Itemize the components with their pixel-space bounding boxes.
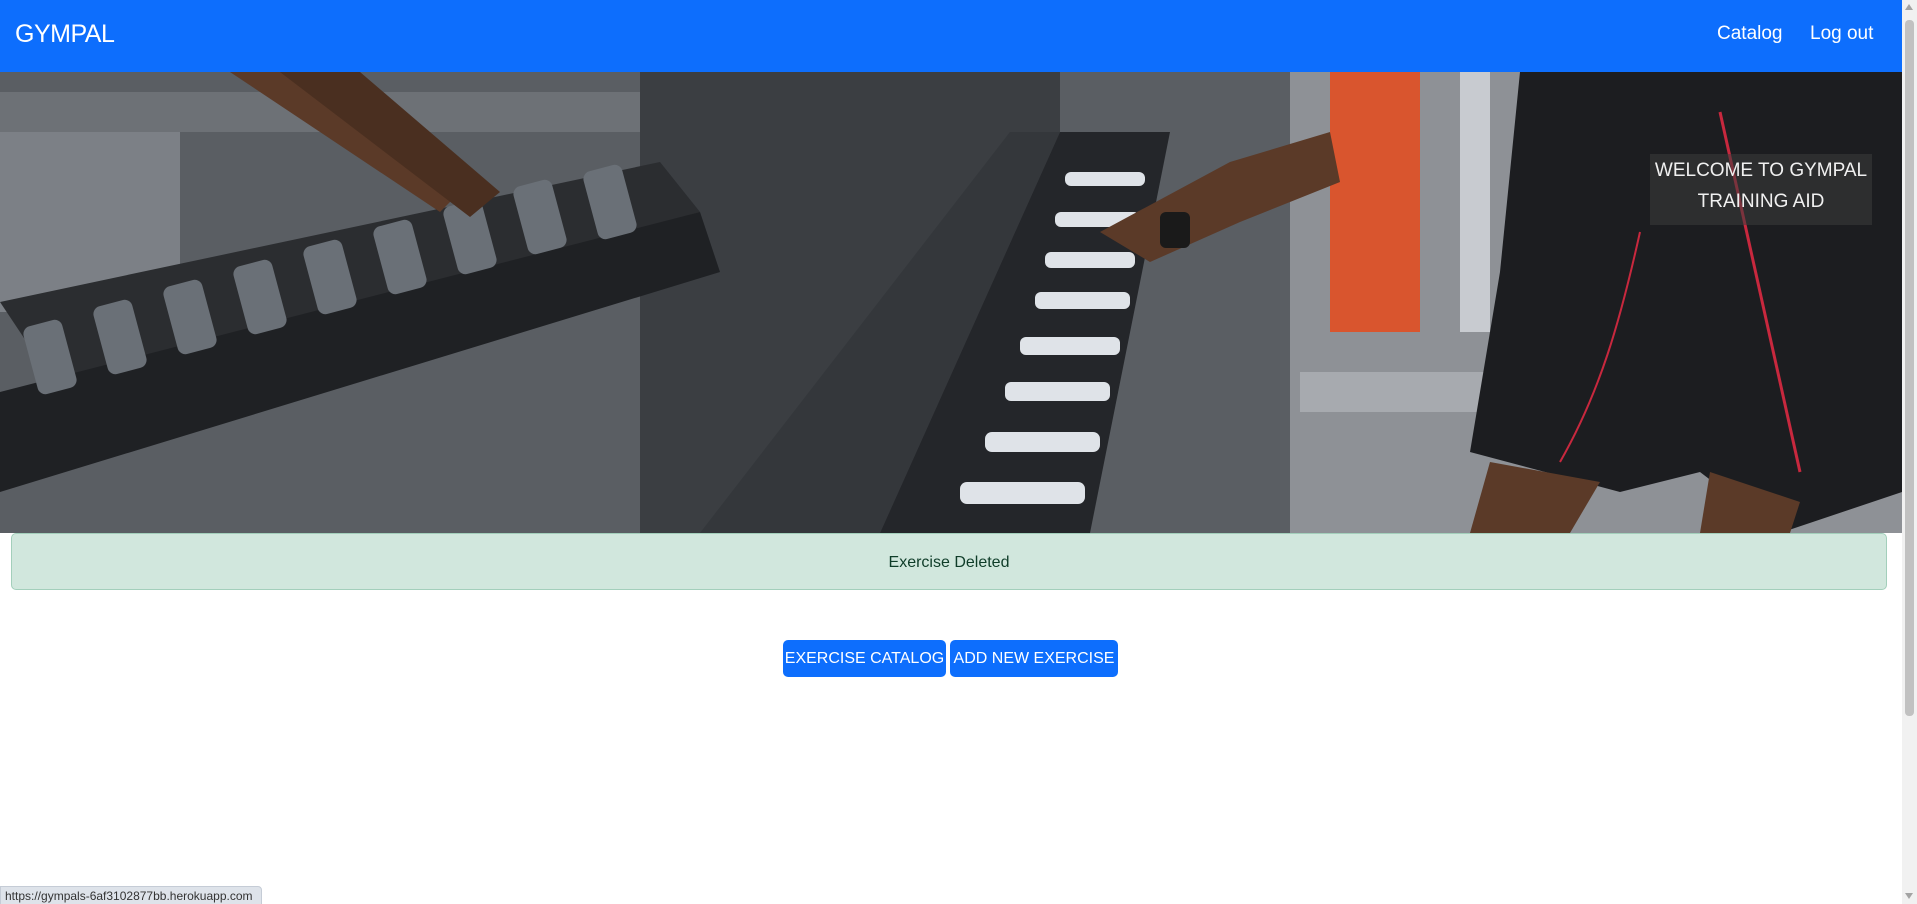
exercise-catalog-button[interactable]: EXERCISE CATALOG <box>783 640 946 677</box>
status-bar-url: https://gympals-6af3102877bb.herokuapp.c… <box>0 886 262 904</box>
navbar: GYMPAL Catalog Log out <box>0 0 1902 72</box>
scroll-down-arrow-icon[interactable] <box>1905 893 1913 899</box>
page: GYMPAL Catalog Log out WELCOME TO GYMPAL… <box>0 0 1902 904</box>
welcome-banner: WELCOME TO GYMPAL TRAINING AID <box>1650 154 1872 225</box>
hero-banner: WELCOME TO GYMPAL TRAINING AID <box>0 72 1902 533</box>
brand-logo[interactable]: GYMPAL <box>15 20 115 49</box>
scroll-up-arrow-icon[interactable] <box>1905 4 1913 10</box>
scrollbar-thumb[interactable] <box>1905 20 1914 716</box>
welcome-line-1: WELCOME TO GYMPAL <box>1654 160 1868 181</box>
nav-catalog-link[interactable]: Catalog <box>1717 23 1783 45</box>
add-new-exercise-button[interactable]: ADD NEW EXERCISE <box>950 640 1118 677</box>
success-alert: Exercise Deleted <box>11 533 1887 590</box>
hero-gym-image <box>0 72 1902 533</box>
nav-logout-link[interactable]: Log out <box>1810 23 1873 45</box>
welcome-line-2: TRAINING AID <box>1697 191 1825 212</box>
